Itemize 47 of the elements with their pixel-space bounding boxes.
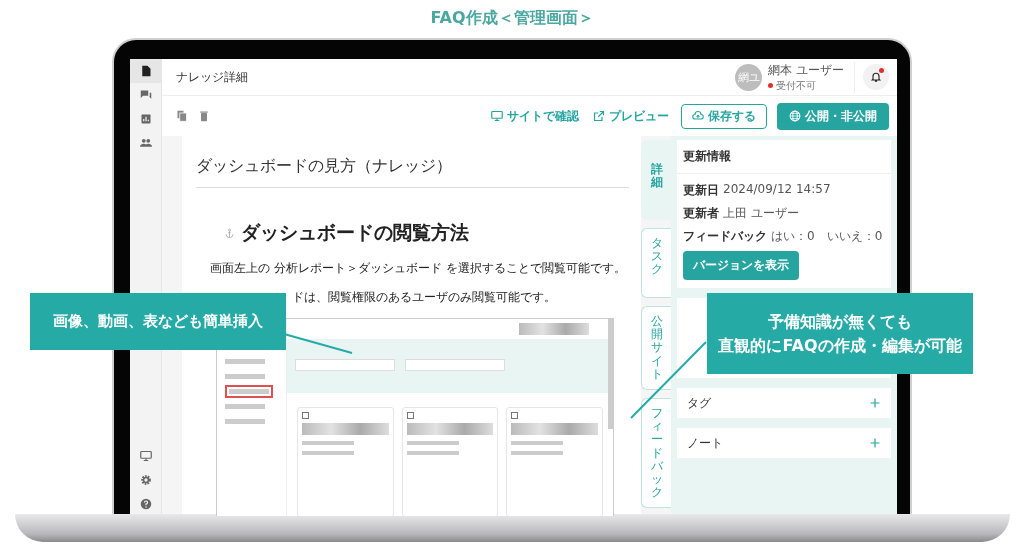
callout-text: 画像、動画、表なども簡単挿入 [53,312,263,331]
field-value: 2024/09/12 14:57 [723,182,831,198]
notification-icon [870,71,882,83]
callout-text: 直観的にFAQの作成・編集が可能 [718,334,962,357]
anchor-icon [224,227,235,239]
field-label: 更新日 [683,182,719,199]
globe-icon [789,110,801,122]
status-text: 受付不可 [776,78,817,93]
delete-icon[interactable] [198,110,210,122]
toolbar-link[interactable]: プレビュー [591,104,671,128]
article-title: ダッシュボードの見方（ナレッジ） [196,156,629,188]
field-label: フィードバック [683,228,767,245]
side-tab[interactable]: 公開サイト [641,306,671,390]
section-title: タグ [687,394,711,412]
section-title: ノート [687,434,723,452]
page-heading: FAQ作成＜管理画面＞ [430,7,594,29]
field-label: 更新者 [683,205,719,222]
notification-button[interactable] [863,64,889,90]
field-value: 上田 ユーザー [723,205,799,222]
external-link-icon [593,110,605,122]
side-tab[interactable]: フィードバック [641,397,671,509]
side-tab[interactable]: 詳細 [641,140,671,220]
section-heading: ダッシュボードの閲覧方法 [241,220,469,245]
user-name: 網本 ユーザー [768,61,844,79]
document-icon[interactable] [139,65,152,77]
help-icon[interactable] [139,498,152,510]
save-button[interactable]: 保存する [681,103,767,129]
callout-text: 予備知識が無くても [768,310,912,333]
chart-icon[interactable] [139,113,152,125]
field-value: いいえ：0 [826,228,883,245]
publish-button[interactable]: 公開・非公開 [777,102,889,130]
people-icon[interactable] [139,137,152,149]
cloud-upload-icon [692,110,704,122]
card-title: 更新情報 [677,140,891,174]
field-value: はい：0 [771,228,815,245]
chat-icon[interactable] [139,89,152,101]
status-dot [768,83,774,88]
paragraph: 画面左上の 分析レポート＞ダッシュボード を選択することで閲覧可能です。 [210,260,627,277]
settings-icon[interactable] [139,474,152,486]
monitor-icon[interactable] [139,450,152,462]
copy-icon[interactable] [176,110,188,122]
page-title: ナレッジ詳細 [176,68,249,86]
monitor-icon [491,110,503,122]
side-tab[interactable]: タスク [641,228,671,298]
toolbar-link[interactable]: サイトで確認 [489,104,581,128]
paragraph: ドは、閲覧権限のあるユーザのみ閲覧可能です。 [292,289,557,306]
version-button[interactable]: バージョンを表示 [683,251,799,280]
